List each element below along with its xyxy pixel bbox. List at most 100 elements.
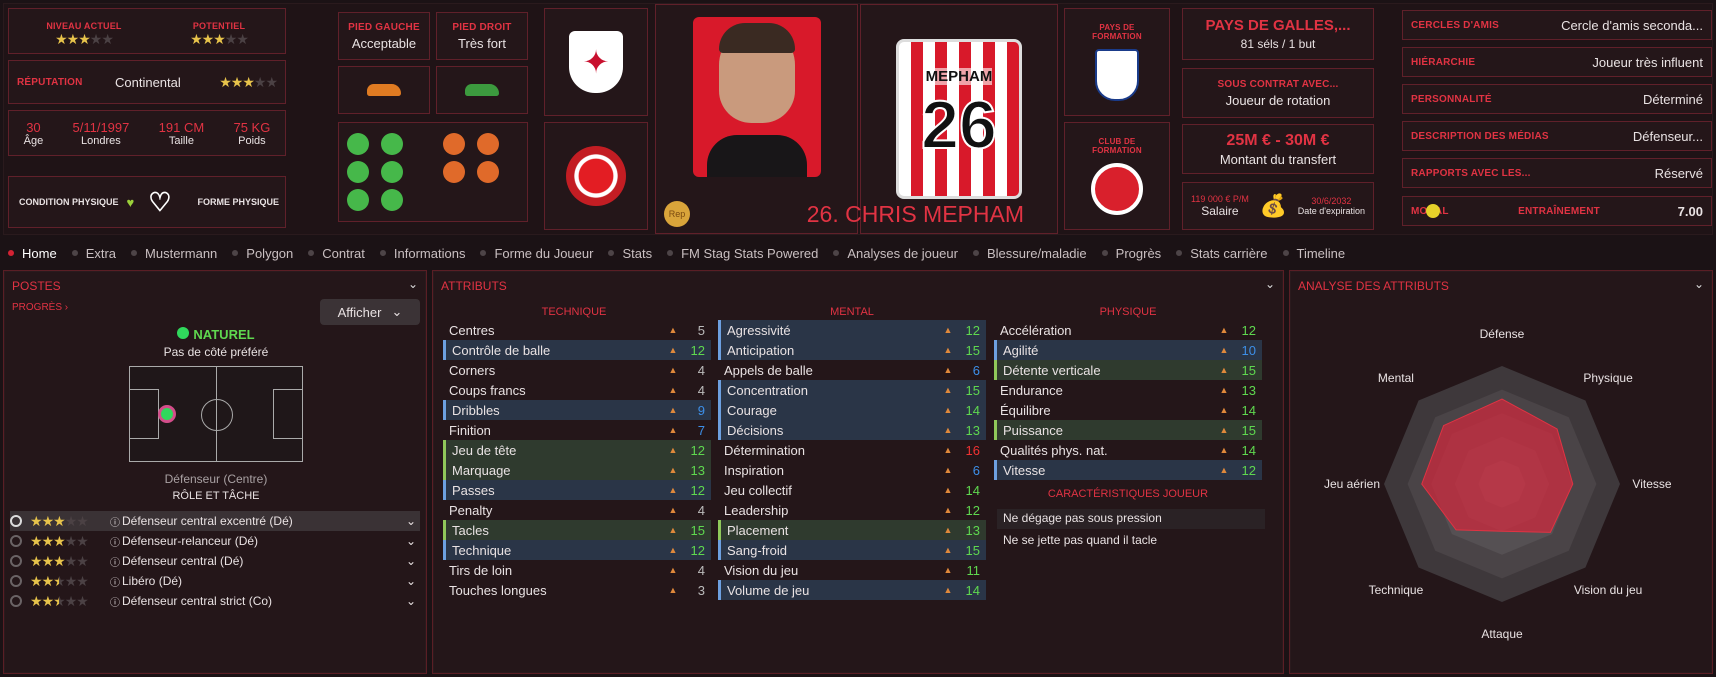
attribute-row[interactable]: Appels de balle ▲ 6 (718, 360, 986, 380)
arrow-up-icon: ▲ (1219, 365, 1229, 375)
chevron-down-icon[interactable]: ⌄ (406, 594, 416, 608)
nation-cell[interactable]: PAYS DE GALLES,... 81 séls / 1 but (1182, 8, 1374, 60)
attribute-row[interactable]: Détente verticale ▲ 15 (994, 360, 1262, 380)
gears-trait-icon (443, 161, 465, 183)
show-button[interactable]: Afficher ⌄ (320, 299, 420, 325)
chevron-down-icon[interactable]: ⌄ (406, 514, 416, 528)
attribute-row[interactable]: Détermination ▲ 16 (718, 440, 986, 460)
attribute-row[interactable]: Agressivité ▲ 12 (718, 320, 986, 340)
arrow-up-icon: ▲ (668, 505, 678, 515)
role-row[interactable]: ★★★★★ ⓘ Défenseur-relanceur (Dé) ⌄ (10, 531, 420, 551)
role-radio[interactable] (10, 535, 22, 547)
role-radio[interactable] (10, 575, 22, 587)
position-name: Défenseur (Centre) (164, 472, 268, 486)
attribute-row[interactable]: Concentration ▲ 15 (718, 380, 986, 400)
attribute-row[interactable]: Volume de jeu ▲ 14 (718, 580, 986, 600)
tab-progr-s[interactable]: Progrès (1101, 246, 1161, 261)
attribute-row[interactable]: Coups francs ▲ 4 (443, 380, 711, 400)
info-row[interactable]: DESCRIPTION DES MÉDIAS Défenseur... (1402, 121, 1712, 151)
info-row[interactable]: PERSONNALITÉ Déterminé (1402, 84, 1712, 114)
attribute-value: 15 (965, 382, 980, 398)
salary-cell: 119 000 € P/M Salaire 💰 30/6/2032 Date d'e… (1182, 182, 1374, 230)
info-row[interactable]: RAPPORTS AVEC LES... Réservé (1402, 158, 1712, 188)
info-row[interactable]: HIÉRARCHIE Joueur très influent (1402, 47, 1712, 77)
attribute-row[interactable]: Qualités phys. nat. ▲ 14 (994, 440, 1262, 460)
attribute-name: Centres (449, 322, 495, 338)
role-row[interactable]: ★★★★★ ⓘ Défenseur central strict (Co) ⌄ (10, 591, 420, 611)
tab-dot-icon (1101, 250, 1108, 256)
tab-home[interactable]: Home (8, 246, 57, 261)
attribute-value: 13 (965, 522, 980, 538)
attribute-row[interactable]: Dribbles ▲ 9 (443, 400, 711, 420)
potential-stars: ★★★★★ (190, 31, 249, 47)
tab-forme-du-joueur[interactable]: Forme du Joueur (480, 246, 593, 261)
attribute-row[interactable]: Corners ▲ 4 (443, 360, 711, 380)
progress-link[interactable]: PROGRÈS › (12, 302, 68, 313)
tab-extra[interactable]: Extra (71, 246, 116, 261)
attribute-row[interactable]: Sang-froid ▲ 15 (718, 540, 986, 560)
attribute-value: 10 (1241, 342, 1256, 358)
attribute-row[interactable]: Décisions ▲ 13 (718, 420, 986, 440)
tab-contrat[interactable]: Contrat (308, 246, 365, 261)
nation-crest-cell: ✦ (544, 8, 648, 116)
attribute-row[interactable]: Tirs de loin ▲ 4 (443, 560, 711, 580)
attribute-row[interactable]: Penalty ▲ 4 (443, 500, 711, 520)
attribute-row[interactable]: Jeu de tête ▲ 12 (443, 440, 711, 460)
attribute-row[interactable]: Inspiration ▲ 6 (718, 460, 986, 480)
role-row[interactable]: ★★★★★ ⓘ Libéro (Dé) ⌄ (10, 571, 420, 591)
info-row-value: Défenseur... (1632, 128, 1703, 144)
attribute-name: Sang-froid (727, 542, 787, 558)
nation-title[interactable]: PAYS DE GALLES,... (1205, 17, 1350, 34)
rep-badge[interactable]: Rep (664, 201, 690, 227)
attribute-row[interactable]: Vitesse ▲ 12 (994, 460, 1262, 480)
attribute-row[interactable]: Puissance ▲ 15 (994, 420, 1262, 440)
tab-fm-stag-stats-powered[interactable]: FM Stag Stats Powered (667, 246, 818, 261)
attribute-row[interactable]: Endurance ▲ 13 (994, 380, 1262, 400)
formation-club-cell: CLUB DE FORMATION (1064, 122, 1170, 230)
tab-mustermann[interactable]: Mustermann (131, 246, 217, 261)
role-radio[interactable] (10, 595, 22, 607)
attribute-row[interactable]: Anticipation ▲ 15 (718, 340, 986, 360)
attribute-value: 12 (690, 342, 705, 358)
role-name: Défenseur-relanceur (Dé) (122, 534, 259, 548)
chevron-down-icon[interactable]: ⌄ (406, 574, 416, 588)
chevron-down-icon[interactable]: ⌄ (1265, 277, 1275, 291)
traits-title: CARACTÉRISTIQUES JOUEUR (1047, 488, 1209, 500)
tab-stats[interactable]: Stats (608, 246, 652, 261)
chevron-down-icon[interactable]: ⌄ (406, 554, 416, 568)
info-row[interactable]: CERCLES D'AMIS Cercle d'amis seconda... (1402, 10, 1712, 40)
attribute-row[interactable]: Placement ▲ 13 (718, 520, 986, 540)
attribute-row[interactable]: Marquage ▲ 13 (443, 460, 711, 480)
attribute-row[interactable]: Contrôle de balle ▲ 12 (443, 340, 711, 360)
tab-informations[interactable]: Informations (379, 246, 465, 261)
attribute-row[interactable]: Agilité ▲ 10 (994, 340, 1262, 360)
attribute-row[interactable]: Technique ▲ 12 (443, 540, 711, 560)
attribute-row[interactable]: Accélération ▲ 12 (994, 320, 1262, 340)
nation-caps: 81 séls / 1 but (1240, 37, 1316, 51)
attribute-row[interactable]: Vision du jeu ▲ 11 (718, 560, 986, 580)
attribute-row[interactable]: Équilibre ▲ 14 (994, 400, 1262, 420)
attribute-row[interactable]: Passes ▲ 12 (443, 480, 711, 500)
attribute-row[interactable]: Courage ▲ 14 (718, 400, 986, 420)
role-radio[interactable] (10, 515, 22, 527)
attribute-row[interactable]: Finition ▲ 7 (443, 420, 711, 440)
attribute-row[interactable]: Centres ▲ 5 (443, 320, 711, 340)
role-stars: ★★★★★ (30, 592, 89, 609)
attribute-value: 14 (965, 582, 980, 598)
attribute-row[interactable]: Jeu collectif ▲ 14 (718, 480, 986, 500)
role-row[interactable]: ★★★★★ ⓘ Défenseur central excentré (Dé) ⌄ (10, 511, 420, 531)
attribute-row[interactable]: Touches longues ▲ 3 (443, 580, 711, 600)
attribute-row[interactable]: Tacles ▲ 15 (443, 520, 711, 540)
transfer-cell: 25M € - 30M € Montant du transfert (1182, 124, 1374, 174)
tab-blessure-maladie[interactable]: Blessure/maladie (972, 246, 1087, 261)
target-trait-icon (347, 161, 369, 183)
role-row[interactable]: ★★★★★ ⓘ Défenseur central (Dé) ⌄ (10, 551, 420, 571)
chevron-down-icon[interactable]: ⌄ (408, 277, 418, 291)
attribute-row[interactable]: Leadership ▲ 12 (718, 500, 986, 520)
tab-polygon[interactable]: Polygon (232, 246, 293, 261)
chevron-down-icon[interactable]: ⌄ (406, 534, 416, 548)
role-radio[interactable] (10, 555, 22, 567)
tab-timeline[interactable]: Timeline (1282, 246, 1345, 261)
tab-analyses-de-joueur[interactable]: Analyses de joueur (833, 246, 958, 261)
tab-stats-carri-re[interactable]: Stats carrière (1176, 246, 1268, 261)
